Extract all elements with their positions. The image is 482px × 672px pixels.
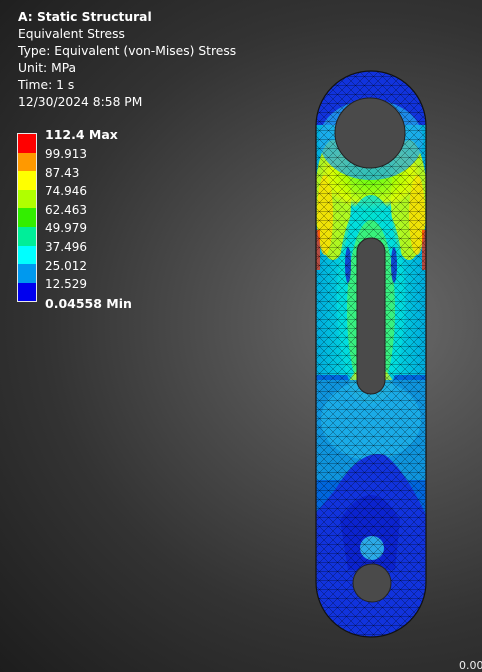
center-slot [356,237,386,395]
lower-pin-hole [352,563,392,603]
scale-corner-value: 0.00 [459,659,482,672]
fea-model-viewport[interactable] [0,0,482,672]
upper-pin-hole [334,97,406,169]
